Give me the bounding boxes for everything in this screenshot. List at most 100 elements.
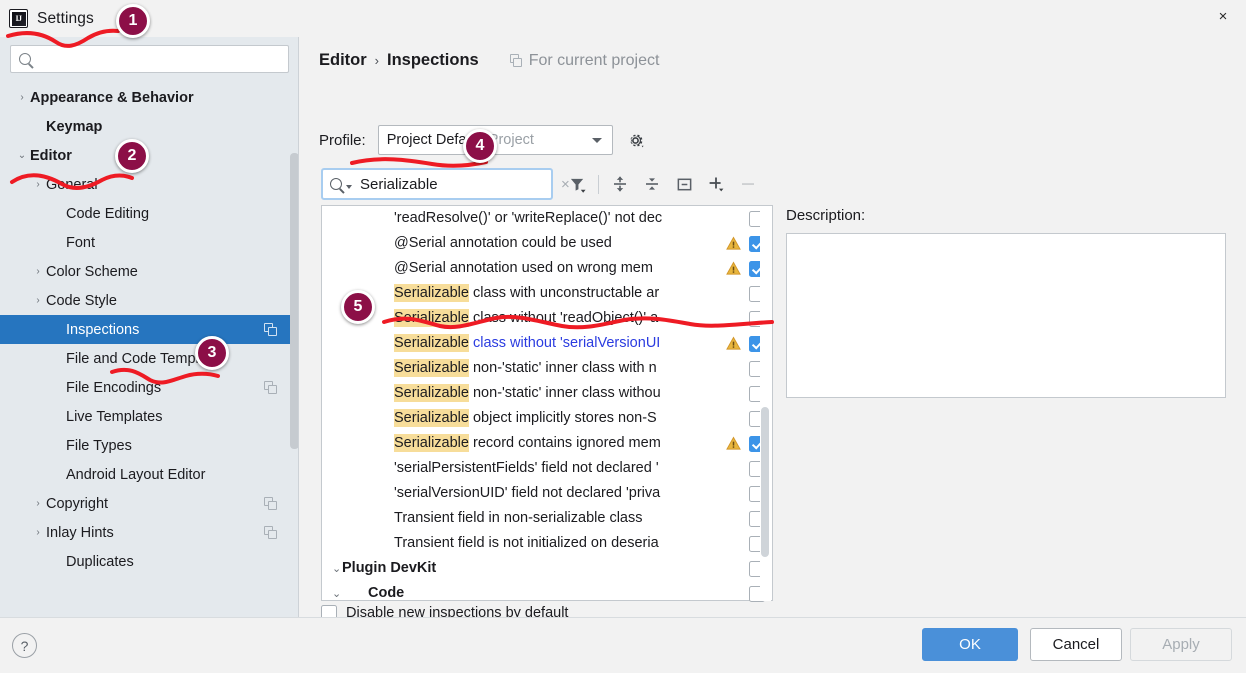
- inspection-search-box[interactable]: ×: [321, 168, 570, 200]
- inspection-row[interactable]: Serializable class with unconstructable …: [322, 281, 772, 306]
- inspection-label-text: 'serialVersionUID' field not declared 'p…: [394, 485, 661, 501]
- chevron-right-icon[interactable]: ›: [14, 92, 30, 103]
- inspection-row[interactable]: Serializable class without 'readObject()…: [322, 306, 772, 331]
- inspection-label-text: @Serial annotation could be used: [394, 235, 612, 251]
- inspection-search-input[interactable]: [360, 175, 559, 193]
- sidebar-item-code-editing[interactable]: Code Editing: [0, 199, 299, 228]
- chevron-right-icon[interactable]: ›: [30, 266, 46, 277]
- chevron-down-icon[interactable]: ⌄: [332, 587, 341, 600]
- inspection-label-text: Plugin DevKit: [342, 560, 437, 576]
- warning-icon: [725, 261, 742, 276]
- inspection-row[interactable]: 'serialVersionUID' field not declared 'p…: [322, 481, 772, 506]
- sidebar-item-file-and-code-templates[interactable]: File and Code Templates: [0, 344, 299, 373]
- inspection-label-text: class without 'readObject()' a: [468, 310, 659, 326]
- copy-icon: [509, 54, 523, 67]
- inspection-label-text: record contains ignored mem: [468, 435, 661, 451]
- inspection-row[interactable]: @Serial annotation used on wrong mem: [322, 256, 772, 281]
- inspection-label: Code: [368, 581, 725, 606]
- inspection-label: Serializable non-'static' inner class wi…: [394, 356, 725, 381]
- inspection-group-row[interactable]: ⌄ Code: [322, 581, 772, 606]
- sidebar-item-color-scheme[interactable]: › Color Scheme: [0, 257, 299, 286]
- inspection-list-scrollbar[interactable]: [760, 207, 771, 601]
- inspection-label-text: non-'static' inner class with n: [468, 360, 657, 376]
- filter-button[interactable]: [561, 169, 593, 199]
- toolbar-separator: [598, 174, 599, 194]
- profile-settings-gear-button[interactable]: [625, 129, 647, 151]
- description-title: Description:: [786, 207, 866, 224]
- plus-icon: [709, 177, 724, 192]
- inspection-group-row[interactable]: ⌄ Plugin DevKit: [322, 556, 772, 581]
- sidebar-search-box[interactable]: [10, 45, 289, 73]
- search-options-chevron-icon[interactable]: [346, 184, 352, 189]
- inspection-label: @Serial annotation used on wrong mem: [394, 256, 725, 281]
- breadcrumb-separator: ›: [374, 53, 380, 68]
- inspection-label: Plugin DevKit: [342, 556, 725, 581]
- sidebar-item-file-types[interactable]: File Types: [0, 431, 299, 460]
- sidebar-item-duplicates[interactable]: Duplicates: [0, 547, 299, 576]
- chevron-down-icon[interactable]: ⌄: [332, 562, 341, 575]
- help-button[interactable]: ?: [12, 633, 37, 658]
- sidebar-item-label: Code Editing: [66, 205, 150, 222]
- sidebar-item-font[interactable]: Font: [0, 228, 299, 257]
- copy-icon: [264, 381, 277, 394]
- close-icon[interactable]: ×: [1200, 0, 1246, 32]
- inspection-row[interactable]: Serializable object implicitly stores no…: [322, 406, 772, 431]
- sidebar-item-live-templates[interactable]: Live Templates: [0, 402, 299, 431]
- chevron-right-icon[interactable]: ›: [30, 295, 46, 306]
- sidebar-item-file-encodings[interactable]: File Encodings: [0, 373, 299, 402]
- sidebar-item-android-layout-editor[interactable]: Android Layout Editor: [0, 460, 299, 489]
- inspection-row[interactable]: Serializable class without 'serialVersio…: [322, 331, 772, 356]
- inspection-row[interactable]: Serializable record contains ignored mem: [322, 431, 772, 456]
- sidebar-item-editor[interactable]: ⌄ Editor: [0, 141, 299, 170]
- sidebar-item-label: Inlay Hints: [46, 524, 114, 541]
- for-current-project-label: For current project: [509, 52, 659, 70]
- settings-dialog: IJ Settings × › Appearance & Behavior Keym…: [0, 0, 1246, 673]
- sidebar-item-label: Font: [66, 234, 96, 251]
- inspection-label-text: Transient field is not initialized on de…: [394, 535, 659, 551]
- annotation-badge-1: 1: [116, 4, 150, 38]
- expand-all-button[interactable]: [604, 169, 636, 199]
- inspection-list-scroll-thumb[interactable]: [761, 407, 769, 557]
- breadcrumb-parent[interactable]: Editor: [319, 51, 367, 70]
- chevron-right-icon[interactable]: ›: [30, 527, 46, 538]
- inspection-list[interactable]: 'readResolve()' or 'writeReplace()' not …: [321, 205, 773, 602]
- reset-button[interactable]: [668, 169, 700, 199]
- inspection-label: Serializable class without 'serialVersio…: [394, 331, 725, 356]
- inspection-row[interactable]: Serializable non-'static' inner class wi…: [322, 381, 772, 406]
- inspection-row[interactable]: Transient field in non-serializable clas…: [322, 506, 772, 531]
- cancel-button[interactable]: Cancel: [1030, 628, 1122, 661]
- chevron-right-icon[interactable]: ›: [30, 179, 46, 190]
- sidebar-item-general[interactable]: › General: [0, 170, 299, 199]
- sidebar-search-input[interactable]: [37, 51, 280, 67]
- inspection-row[interactable]: 'readResolve()' or 'writeReplace()' not …: [322, 206, 772, 231]
- add-button[interactable]: [700, 169, 732, 199]
- search-icon: [19, 53, 31, 65]
- search-match-highlight: Serializable: [394, 309, 469, 327]
- dialog-footer: ? OK Cancel Apply: [0, 617, 1246, 673]
- inspection-row[interactable]: Serializable non-'static' inner class wi…: [322, 356, 772, 381]
- remove-button: [732, 169, 764, 199]
- sidebar-item-inlay-hints[interactable]: › Inlay Hints: [0, 518, 299, 547]
- inspection-label: 'serialVersionUID' field not declared 'p…: [394, 481, 725, 506]
- sidebar-item-appearance-behavior[interactable]: › Appearance & Behavior: [0, 83, 299, 112]
- inspection-label-text: non-'static' inner class withou: [468, 385, 661, 401]
- ok-button[interactable]: OK: [922, 628, 1018, 661]
- chevron-down-icon[interactable]: ⌄: [14, 150, 30, 161]
- inspection-label: 'serialPersistentFields' field not decla…: [394, 456, 725, 481]
- sidebar-item-label: Appearance & Behavior: [30, 89, 194, 106]
- inspection-label: @Serial annotation could be used: [394, 231, 725, 256]
- sidebar-item-copyright[interactable]: › Copyright: [0, 489, 299, 518]
- inspection-row[interactable]: 'serialPersistentFields' field not decla…: [322, 456, 772, 481]
- chevron-right-icon[interactable]: ›: [30, 498, 46, 509]
- sidebar-item-keymap[interactable]: Keymap: [0, 112, 299, 141]
- sidebar-item-label: Live Templates: [66, 408, 163, 425]
- inspection-row[interactable]: @Serial annotation could be used: [322, 231, 772, 256]
- sidebar-item-inspections[interactable]: Inspections: [0, 315, 299, 344]
- sidebar-item-label: Inspections: [66, 321, 140, 338]
- inspection-row[interactable]: Transient field is not initialized on de…: [322, 531, 772, 556]
- inspection-toolbar: [561, 168, 764, 200]
- sidebar-item-code-style[interactable]: › Code Style: [0, 286, 299, 315]
- collapse-all-button[interactable]: [636, 169, 668, 199]
- sidebar-search-wrap: [0, 37, 299, 79]
- inspection-label-text: 'serialPersistentFields' field not decla…: [394, 460, 659, 476]
